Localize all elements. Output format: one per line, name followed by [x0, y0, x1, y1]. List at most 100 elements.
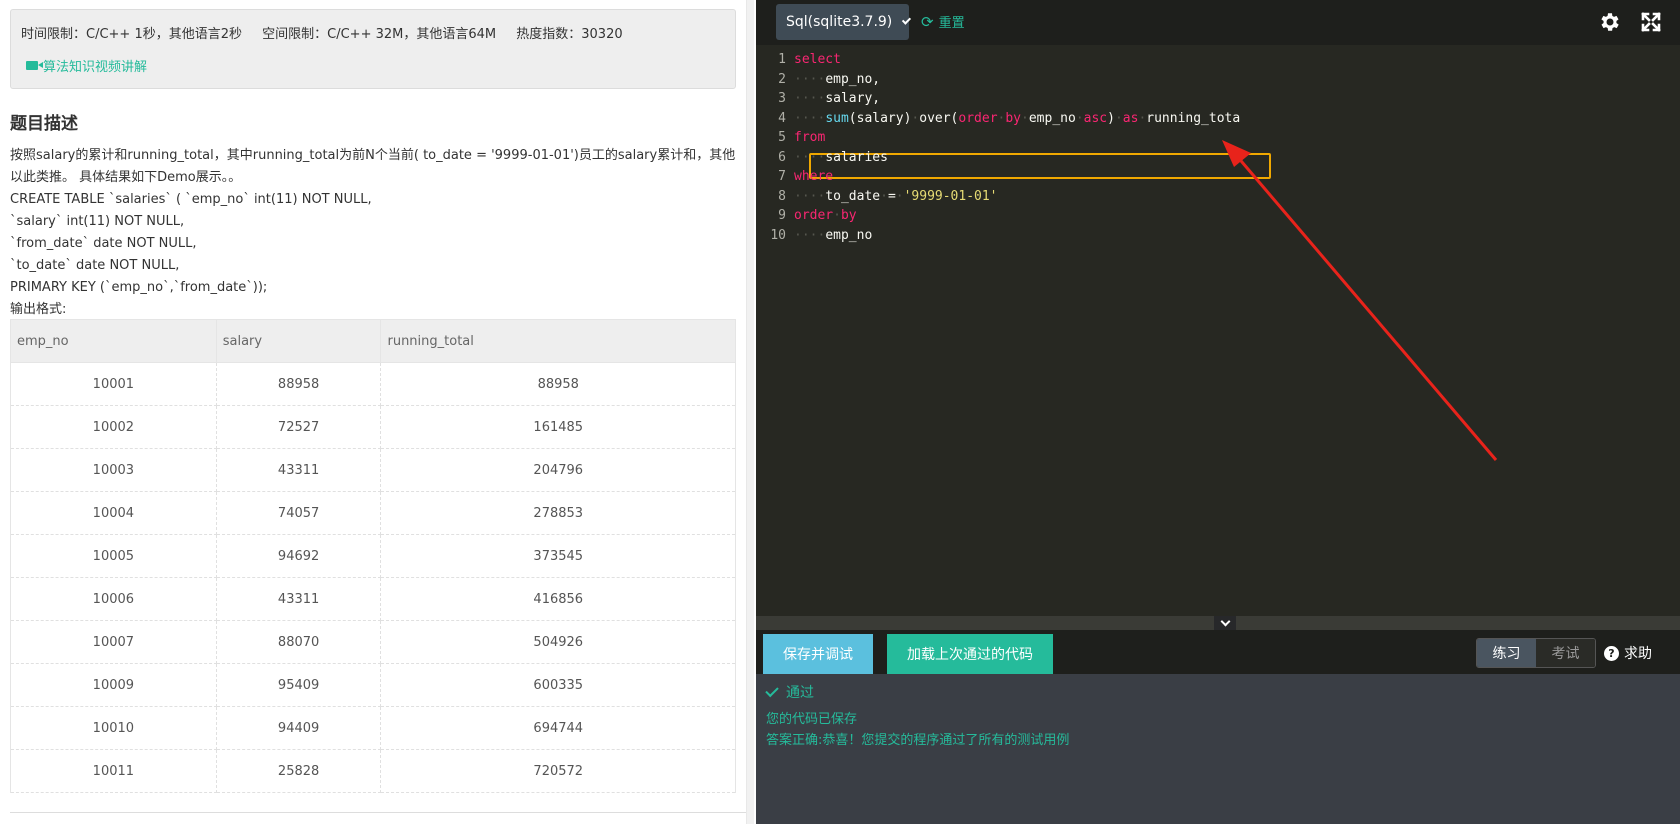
mode-toggle: 练习 考试 — [1476, 638, 1596, 668]
refresh-icon: ⟳ — [921, 12, 934, 31]
code-line[interactable]: 6 ····salaries — [756, 147, 888, 168]
description-line: 按照salary的累计和running_total，其中running_tota… — [10, 148, 736, 163]
description-line: PRIMARY KEY (`emp_no`,`from_date`)); — [10, 280, 268, 295]
code-token: '9999-01-01' — [903, 188, 998, 204]
code-token: ) — [1107, 110, 1115, 126]
table-cell: 10009 — [10, 663, 217, 707]
code-token: ···· — [794, 91, 826, 106]
code-line[interactable]: 8 ····to_date·=·'9999-01-01' — [756, 186, 998, 207]
limits-text: 时间限制：C/C++ 1秒，其他语言2秒 空间限制：C/C++ 32M，其他语言… — [21, 23, 639, 42]
chevron-down-icon — [1220, 616, 1230, 626]
code-line[interactable]: 2 ····emp_no, — [756, 69, 880, 90]
code-line[interactable]: 5 from — [756, 127, 825, 148]
red-arrow-annotation — [1222, 140, 1498, 461]
line-number: 6 — [778, 149, 786, 165]
table-cell: 278853 — [380, 491, 736, 535]
code-token: emp_no — [825, 227, 873, 243]
table-cell: 204796 — [380, 448, 736, 492]
code-token: by — [840, 208, 857, 223]
table-row: 10005 94692 373545 — [10, 534, 736, 578]
code-token: salary, — [825, 91, 881, 106]
demo-result-table: emp_no salary running_total 10001 88958 8895… — [10, 319, 736, 793]
gear-icon[interactable] — [1598, 10, 1622, 34]
code-token: running_tota — [1146, 110, 1241, 126]
table-cell: 25828 — [215, 749, 382, 793]
table-row: 10004 74057 278853 — [10, 491, 736, 535]
code-token: · — [1114, 110, 1123, 126]
video-link-label: 算法知识视频讲解 — [43, 60, 148, 75]
result-message: 答案正确:恭喜！您提交的程序通过了所有的测试用例 — [766, 733, 1070, 748]
table-row: 10002 72527 161485 — [10, 405, 736, 449]
pass-status: 通过 — [765, 682, 814, 702]
code-token: salaries — [825, 149, 888, 165]
table-cell: 600335 — [380, 663, 736, 707]
code-token: · — [833, 208, 841, 223]
load-last-passed-button[interactable]: 加载上次通过的代码 — [887, 634, 1053, 674]
heat-index: 热度指数：30320 — [516, 27, 623, 42]
line-number: 9 — [778, 208, 786, 223]
code-line[interactable]: 4 ····sum(salary)·over(order·by·emp_no·as… — [756, 108, 1240, 129]
code-token: · — [895, 188, 904, 204]
language-select[interactable]: Sql(sqlite3.7.9) — [776, 4, 912, 40]
code-token: select — [794, 52, 841, 67]
code-token: · — [880, 188, 888, 204]
table-cell: 72527 — [215, 405, 382, 449]
save-debug-button[interactable]: 保存并调试 — [763, 634, 873, 674]
code-token: = — [887, 188, 896, 204]
table-header-row: emp_no salary running_total — [10, 319, 736, 363]
table-cell: 10005 — [10, 534, 217, 578]
table-row: 10010 94409 694744 — [10, 706, 736, 750]
code-editor[interactable]: 1 select 2 ····emp_no, 3 ····salary, 4 ····sum(… — [756, 45, 1680, 616]
code-token: as — [1122, 110, 1139, 126]
code-line[interactable]: 7 where — [756, 166, 833, 187]
line-number: 4 — [778, 110, 786, 126]
table-row: 10009 95409 600335 — [10, 663, 736, 707]
code-token: ···· — [794, 110, 826, 126]
table-cell: 10004 — [10, 491, 217, 535]
help-label: 求助 — [1624, 646, 1652, 662]
mode-practice-tab[interactable]: 练习 — [1477, 639, 1536, 667]
reset-label: 重置 — [938, 16, 965, 31]
reset-button[interactable]: ⟳ 重置 — [921, 12, 965, 32]
editor-panel: Sql(sqlite3.7.9) ⟳ 重置 1 select 2 ····emp_no… — [756, 0, 1680, 824]
code-token: (salary) — [848, 110, 912, 126]
description-line: `salary` int(11) NOT NULL, — [10, 214, 185, 229]
video-explain-link[interactable]: 算法知识视频讲解 — [26, 56, 147, 75]
description-line: 输出格式: — [10, 302, 67, 317]
table-cell: 10006 — [10, 577, 217, 621]
table-cell: 161485 — [380, 405, 736, 449]
action-bar: 保存并调试 加载上次通过的代码 练习 考试 ? 求助 — [756, 630, 1680, 674]
check-icon — [765, 683, 779, 698]
table-cell: 10010 — [10, 706, 217, 750]
table-cell: 416856 — [380, 577, 736, 621]
problem-description: 按照salary的累计和running_total，其中running_tota… — [10, 145, 736, 321]
line-number: 5 — [778, 130, 786, 145]
code-line[interactable]: 9 order·by — [756, 205, 857, 226]
table-cell: 43311 — [215, 448, 382, 492]
table-row: 10006 43311 416856 — [10, 577, 736, 621]
table-cell: 373545 — [380, 534, 736, 578]
line-number: 1 — [778, 52, 786, 67]
left-scrollbar[interactable] — [746, 0, 754, 824]
editor-toolbar: Sql(sqlite3.7.9) ⟳ 重置 — [756, 0, 1680, 45]
code-token: order — [794, 208, 834, 223]
line-number: 3 — [778, 91, 786, 106]
table-cell: 95409 — [215, 663, 382, 707]
table-cell: 74057 — [215, 491, 382, 535]
saved-message: 您的代码已保存 — [766, 712, 858, 727]
help-button[interactable]: ? 求助 — [1604, 643, 1652, 663]
fullscreen-icon[interactable] — [1639, 10, 1663, 34]
code-token: order — [958, 110, 998, 126]
mode-exam-tab[interactable]: 考试 — [1536, 639, 1595, 667]
line-number: 2 — [778, 71, 786, 87]
time-limit: 时间限制：C/C++ 1秒，其他语言2秒 — [21, 27, 242, 42]
output-panel: 通过 您的代码已保存 答案正确:恭喜！您提交的程序通过了所有的测试用例 — [756, 674, 1680, 824]
code-line[interactable]: 1 select — [756, 49, 841, 70]
table-header-cell: salary — [215, 319, 382, 363]
collapse-toggle[interactable] — [1214, 616, 1236, 630]
table-cell: 94409 — [215, 706, 382, 750]
code-line[interactable]: 10 ····emp_no — [756, 225, 872, 246]
code-line[interactable]: 3 ····salary, — [756, 88, 880, 109]
video-camera-icon — [26, 61, 43, 70]
table-cell: 10002 — [10, 405, 217, 449]
